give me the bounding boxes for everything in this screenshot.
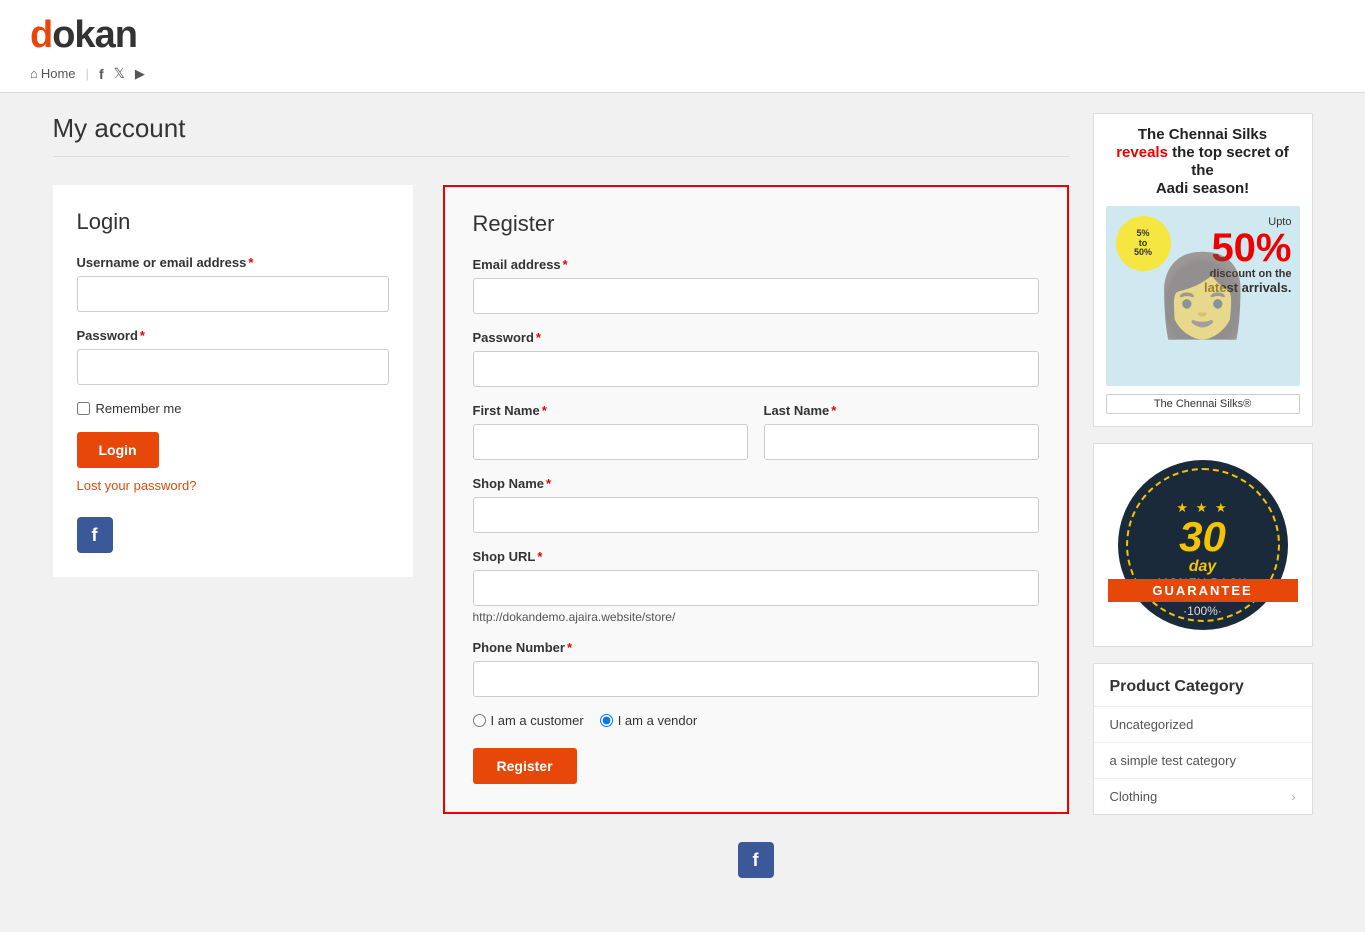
register-fb-wrapper: f	[443, 830, 1069, 878]
header: dokan ⌂ Home | f 𝕏 ▶	[0, 0, 1365, 93]
first-name-label: First Name*	[473, 403, 748, 418]
content-area: My account Login Username or email addre…	[53, 113, 1069, 878]
chevron-right-icon: ›	[1292, 790, 1296, 804]
ad-chennai-silks: The Chennai Silks reveals the top secret…	[1093, 113, 1313, 427]
shop-url-label: Shop URL*	[473, 549, 1039, 564]
shop-url-input[interactable]	[473, 570, 1039, 606]
product-category-widget: Product Category Uncategorized a simple …	[1093, 663, 1313, 815]
shop-url-group: Shop URL* http://dokandemo.ajaira.websit…	[473, 549, 1039, 624]
category-name: a simple test category	[1110, 753, 1236, 768]
shop-name-input[interactable]	[473, 497, 1039, 533]
ad-logo: The Chennai Silks®	[1106, 394, 1300, 414]
sidebar: The Chennai Silks reveals the top secret…	[1093, 113, 1313, 878]
form-columns: Login Username or email address* Passwor…	[53, 185, 1069, 814]
main-nav: ⌂ Home | f 𝕏 ▶	[30, 57, 1335, 86]
register-title: Register	[473, 211, 1039, 237]
remember-me-row: Remember me	[77, 401, 389, 416]
vendor-radio-text: I am a vendor	[618, 713, 698, 728]
customer-radio-text: I am a customer	[491, 713, 584, 728]
first-name-group: First Name*	[473, 403, 748, 460]
email-label: Email address*	[473, 257, 1039, 272]
nav-facebook[interactable]: f	[99, 66, 104, 82]
category-list: Uncategorized a simple test category Clo…	[1094, 707, 1312, 814]
nav-youtube[interactable]: ▶	[135, 66, 145, 82]
register-facebook-button[interactable]: f	[738, 842, 774, 878]
home-icon: ⌂	[30, 66, 38, 81]
shop-url-hint: http://dokandemo.ajaira.website/store/	[473, 610, 1039, 624]
logo-rest: okan	[52, 14, 137, 56]
category-item-simple-test[interactable]: a simple test category	[1094, 743, 1312, 779]
login-password-input[interactable]	[77, 349, 389, 385]
lost-password-link[interactable]: Lost your password?	[77, 478, 389, 493]
email-input[interactable]	[473, 278, 1039, 314]
ad-title-4: Aadi season!	[1156, 180, 1249, 197]
guarantee-badge-wrapper: ★ ★ ★ 30 day MONEY BACK GUARANTEE ·100%·	[1093, 443, 1313, 647]
category-name: Clothing	[1110, 789, 1158, 804]
guarantee-days: 30	[1179, 516, 1226, 558]
last-name-label: Last Name*	[764, 403, 1039, 418]
page-title: My account	[53, 113, 1069, 157]
username-group: Username or email address*	[77, 255, 389, 312]
register-password-required: *	[536, 330, 541, 345]
guarantee-day-label: day	[1189, 558, 1217, 576]
remember-label[interactable]: Remember me	[96, 401, 182, 416]
login-password-label: Password*	[77, 328, 389, 343]
category-name: Uncategorized	[1110, 717, 1194, 732]
email-required: *	[563, 257, 568, 272]
category-item-uncategorized[interactable]: Uncategorized	[1094, 707, 1312, 743]
vendor-radio[interactable]	[600, 714, 613, 727]
name-row: First Name* Last Name*	[473, 403, 1039, 476]
register-button[interactable]: Register	[473, 748, 577, 784]
logo[interactable]: dokan	[30, 14, 1335, 57]
phone-required: *	[567, 640, 572, 655]
login-title: Login	[77, 209, 389, 235]
main-wrapper: My account Login Username or email addre…	[33, 93, 1333, 898]
product-category-title: Product Category	[1094, 664, 1312, 707]
role-radio-row: I am a customer I am a vendor	[473, 713, 1039, 728]
login-fb-wrapper: f	[77, 505, 389, 553]
phone-input[interactable]	[473, 661, 1039, 697]
ad-title-1: The Chennai Silks	[1138, 126, 1267, 143]
login-password-required: *	[140, 328, 145, 343]
guarantee-ribbon: GUARANTEE	[1108, 579, 1298, 602]
login-button[interactable]: Login	[77, 432, 159, 468]
customer-radio[interactable]	[473, 714, 486, 727]
register-password-input[interactable]	[473, 351, 1039, 387]
username-required: *	[248, 255, 253, 270]
ad-woman-silhouette: 👩	[1153, 249, 1253, 343]
shop-name-required: *	[546, 476, 551, 491]
logo-d: d	[30, 14, 52, 56]
last-name-input[interactable]	[764, 424, 1039, 460]
register-password-label: Password*	[473, 330, 1039, 345]
login-facebook-button[interactable]: f	[77, 517, 113, 553]
last-name-required: *	[831, 403, 836, 418]
category-item-clothing[interactable]: Clothing ›	[1094, 779, 1312, 814]
phone-label: Phone Number*	[473, 640, 1039, 655]
vendor-radio-label[interactable]: I am a vendor	[600, 713, 698, 728]
login-section: Login Username or email address* Passwor…	[53, 185, 413, 577]
shop-name-label: Shop Name*	[473, 476, 1039, 491]
nav-twitter[interactable]: 𝕏	[114, 65, 125, 82]
first-name-input[interactable]	[473, 424, 748, 460]
email-group: Email address*	[473, 257, 1039, 314]
phone-group: Phone Number*	[473, 640, 1039, 697]
register-password-group: Password*	[473, 330, 1039, 387]
nav-home[interactable]: ⌂ Home	[30, 66, 76, 81]
shop-name-group: Shop Name*	[473, 476, 1039, 533]
guarantee-percent: ·100%·	[1118, 604, 1288, 618]
username-input[interactable]	[77, 276, 389, 312]
nav-sep-1: |	[86, 66, 89, 81]
shop-url-required: *	[537, 549, 542, 564]
first-name-required: *	[542, 403, 547, 418]
last-name-group: Last Name*	[764, 403, 1039, 460]
login-password-group: Password*	[77, 328, 389, 385]
ad-title-2: reveals	[1116, 144, 1168, 161]
username-label: Username or email address*	[77, 255, 389, 270]
ad-title-3: the top secret of the	[1172, 144, 1289, 179]
register-section: Register Email address* Password*	[443, 185, 1069, 814]
customer-radio-label[interactable]: I am a customer	[473, 713, 584, 728]
home-label: Home	[41, 66, 76, 81]
remember-checkbox[interactable]	[77, 402, 90, 415]
